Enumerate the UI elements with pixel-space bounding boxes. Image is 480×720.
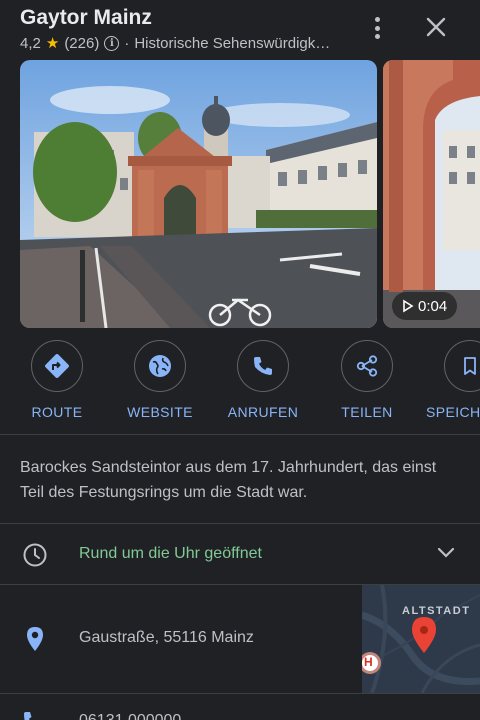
phone-icon — [24, 712, 32, 720]
website-label: WEBSITE — [127, 404, 193, 420]
video-duration: 0:04 — [418, 297, 448, 315]
website-button[interactable]: WEBSITE — [115, 340, 205, 420]
rating-value: 4,2 — [20, 34, 41, 52]
close-icon[interactable] — [423, 12, 449, 42]
place-video-thumbnail[interactable] — [383, 60, 480, 328]
share-button[interactable]: TEILEN — [322, 340, 412, 420]
play-icon — [403, 299, 414, 313]
place-title: Gaytor Mainz — [20, 6, 152, 29]
share-label: TEILEN — [341, 404, 393, 420]
save-label: SPEICH — [426, 404, 480, 420]
opening-hours-row[interactable]: Rund um die Uhr geöffnet — [0, 524, 480, 584]
route-button[interactable]: ROUTE — [12, 340, 102, 420]
clock-icon — [23, 543, 47, 567]
address-row[interactable]: Gaustraße, 55116 Mainz ALTSTADT H — [0, 585, 480, 693]
place-photo[interactable] — [20, 60, 377, 328]
share-icon — [356, 355, 378, 377]
map-district-label: ALTSTADT — [402, 605, 471, 617]
star-icon: ★ — [45, 35, 60, 52]
location-pin-icon — [27, 627, 43, 651]
divider — [0, 434, 480, 435]
call-button[interactable]: ANRUFEN — [218, 340, 308, 420]
map-thumbnail[interactable]: ALTSTADT H — [362, 585, 480, 693]
phone-number: 06131 000000 — [79, 712, 181, 720]
phone-icon — [254, 357, 272, 375]
directions-icon — [45, 354, 69, 378]
route-label: ROUTE — [31, 404, 83, 420]
map-hospital-marker: H — [364, 655, 373, 669]
phone-row[interactable]: 06131 000000 — [0, 694, 480, 720]
opening-hours-status: Rund um die Uhr geöffnet — [79, 545, 262, 562]
info-icon[interactable]: i — [104, 35, 120, 51]
more-options-icon[interactable] — [366, 14, 388, 42]
bookmark-icon — [464, 357, 476, 375]
place-header: Gaytor Mainz 4,2 ★ (226) i · Historische… — [0, 0, 480, 60]
review-count[interactable]: (226) — [64, 35, 99, 52]
globe-icon — [149, 355, 171, 377]
video-duration-badge[interactable]: 0:04 — [392, 292, 458, 320]
place-category: Historische Sehenswürdigk… — [134, 34, 331, 52]
separator-dot: · — [124, 34, 130, 52]
save-button[interactable]: SPEICH — [424, 340, 480, 420]
action-bar: ROUTE WEBSITE ANRUFEN TEILEN SPEICH — [0, 340, 480, 425]
place-subtitle: 4,2 ★ (226) i · Historische Sehenswürdig… — [20, 34, 331, 53]
call-label: ANRUFEN — [227, 404, 299, 420]
place-description: Barockes Sandsteintor aus dem 17. Jahrhu… — [20, 459, 437, 501]
address-text: Gaustraße, 55116 Mainz — [79, 629, 254, 646]
chevron-down-icon[interactable] — [436, 546, 456, 560]
